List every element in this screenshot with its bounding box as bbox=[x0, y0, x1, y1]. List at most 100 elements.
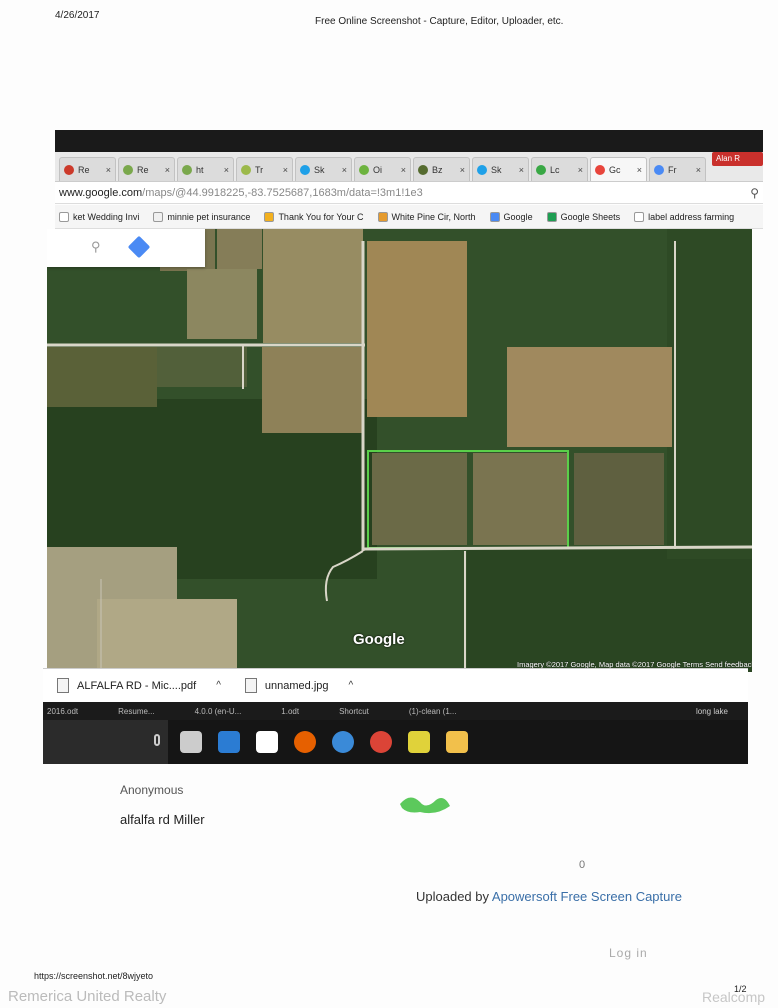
bookmark-icon bbox=[546, 211, 557, 222]
bookmark-label: Google bbox=[503, 211, 533, 222]
browser-tab[interactable]: Oi × bbox=[354, 157, 411, 181]
close-icon[interactable]: × bbox=[519, 165, 524, 175]
bookmark-item[interactable]: label address farming bbox=[634, 211, 734, 222]
bookmark-item[interactable]: Google bbox=[489, 211, 533, 222]
browser-tab[interactable]: Fr × bbox=[649, 157, 706, 181]
notes-icon[interactable] bbox=[408, 731, 430, 753]
tab-label: Oi bbox=[373, 164, 382, 175]
print-url: https://screenshot.net/8wjyeto bbox=[34, 971, 154, 981]
tab-label: Bz bbox=[432, 164, 443, 175]
close-icon[interactable]: × bbox=[224, 165, 229, 175]
browser-tab[interactable]: Sk × bbox=[472, 157, 529, 181]
url-path: /maps/@44.9918225,-83.7525687,1683m/data… bbox=[142, 186, 423, 199]
image-caption: alfalfa rd Miller bbox=[120, 812, 205, 827]
browser-tab[interactable]: Gc × bbox=[590, 157, 647, 181]
bookmark-item[interactable]: minnie pet insurance bbox=[153, 211, 250, 222]
login-link[interactable]: Log in bbox=[609, 946, 648, 960]
profile-button[interactable]: Alan R bbox=[712, 152, 763, 166]
bookmark-item[interactable]: ket Wedding Invi bbox=[59, 211, 139, 222]
browser-tab[interactable]: ht × bbox=[177, 157, 234, 181]
watermark-right: Realcomp bbox=[702, 989, 766, 1005]
close-icon[interactable]: × bbox=[460, 165, 465, 175]
tab-label: Fr bbox=[668, 164, 677, 175]
bookmark-label: Google Sheets bbox=[560, 211, 621, 222]
satellite-map[interactable]: ⚲ Google Imagery ©2017 Google, Map data … bbox=[47, 229, 752, 672]
browser-tab[interactable]: Lc × bbox=[531, 157, 588, 181]
search-icon[interactable]: ⚲ bbox=[91, 239, 101, 255]
url-text[interactable]: www.google.com/maps/@44.9918225,-83.7525… bbox=[59, 187, 744, 199]
desktop-file-label[interactable]: long lake bbox=[696, 707, 728, 716]
desktop-file-label[interactable]: 2016.odt bbox=[47, 707, 78, 716]
download-item[interactable]: ALFALFA RD - Mic....pdf ^ bbox=[57, 678, 221, 693]
desktop-icons-strip: 2016.odt Resume... 4.0.0 (en-U... 1.odt Shor… bbox=[43, 702, 748, 720]
leaf-icon bbox=[241, 164, 251, 175]
bookmark-icon bbox=[264, 211, 275, 222]
browser-tab[interactable]: Sk × bbox=[295, 157, 352, 181]
firefox-icon[interactable] bbox=[294, 731, 316, 753]
image-icon bbox=[654, 164, 664, 175]
apowersoft-link[interactable]: Apowersoft Free Screen Capture bbox=[492, 889, 682, 904]
desktop-file-label[interactable]: 1.odt bbox=[281, 707, 299, 716]
close-icon[interactable]: × bbox=[342, 165, 347, 175]
store-icon[interactable] bbox=[256, 731, 278, 753]
close-icon[interactable]: × bbox=[578, 165, 583, 175]
bookmark-item[interactable]: Thank You for Your C bbox=[264, 211, 364, 222]
address-bar[interactable]: www.google.com/maps/@44.9918225,-83.7525… bbox=[55, 182, 763, 204]
bookmark-icon bbox=[489, 211, 500, 222]
search-icon[interactable]: ⚲ bbox=[750, 186, 759, 200]
desktop-file-label[interactable]: 4.0.0 (en-U... bbox=[195, 707, 242, 716]
gear-icon bbox=[359, 164, 369, 175]
author-label: Anonymous bbox=[120, 783, 184, 797]
tab-label: Sk bbox=[314, 164, 325, 175]
close-icon[interactable]: × bbox=[283, 165, 288, 175]
bookmark-label: Thank You for Your C bbox=[278, 211, 364, 222]
close-icon[interactable]: × bbox=[637, 165, 642, 175]
file-icon bbox=[244, 678, 257, 693]
hex-icon bbox=[418, 164, 428, 175]
bookmark-item[interactable]: Google Sheets bbox=[546, 211, 621, 222]
taskbar-search-box[interactable] bbox=[43, 720, 168, 764]
bookmark-icon bbox=[59, 211, 69, 222]
bookmark-item[interactable]: White Pine Cir, North bbox=[377, 211, 476, 222]
close-icon[interactable]: × bbox=[401, 165, 406, 175]
uploaded-by: Uploaded by Apowersoft Free Screen Captu… bbox=[416, 889, 682, 904]
browser-tab[interactable]: Tr × bbox=[236, 157, 293, 181]
task-view-icon[interactable] bbox=[180, 731, 202, 753]
windows-taskbar bbox=[43, 720, 748, 764]
uploaded-prefix: Uploaded by bbox=[416, 889, 492, 904]
close-icon[interactable]: × bbox=[165, 165, 170, 175]
watermark-left: Remerica United Realty bbox=[8, 988, 167, 1005]
view-count: 0 bbox=[579, 859, 586, 871]
close-icon[interactable]: × bbox=[696, 165, 701, 175]
map-search-box[interactable]: ⚲ bbox=[47, 229, 205, 267]
download-filename: unnamed.jpg bbox=[264, 679, 329, 692]
skype-icon bbox=[477, 164, 487, 175]
browser-tab[interactable]: Bz × bbox=[413, 157, 470, 181]
screenshot-top-border bbox=[55, 130, 763, 152]
desktop-file-label[interactable]: Shortcut bbox=[339, 707, 369, 716]
chevron-up-icon[interactable]: ^ bbox=[349, 680, 354, 691]
download-filename: ALFALFA RD - Mic....pdf bbox=[77, 679, 197, 692]
download-item[interactable]: unnamed.jpg ^ bbox=[244, 678, 354, 693]
desktop-file-label[interactable]: (1)-clean (1... bbox=[409, 707, 457, 716]
desktop-file-label[interactable]: Resume... bbox=[118, 707, 154, 716]
leaf-icon bbox=[182, 164, 192, 175]
print-title: Free Online Screenshot - Capture, Editor… bbox=[315, 16, 564, 27]
google-logo: Google bbox=[353, 631, 405, 648]
explorer-icon[interactable] bbox=[446, 731, 468, 753]
chevron-up-icon[interactable]: ^ bbox=[216, 680, 221, 691]
tab-label: Lc bbox=[550, 164, 560, 175]
ie-icon[interactable] bbox=[332, 731, 354, 753]
microphone-icon[interactable] bbox=[154, 734, 160, 746]
green-scribble bbox=[400, 797, 450, 814]
edge-icon[interactable] bbox=[218, 731, 240, 753]
print-date: 4/26/2017 bbox=[55, 10, 100, 21]
tab-label: Re bbox=[78, 164, 90, 175]
close-icon[interactable]: × bbox=[106, 165, 111, 175]
browser-tab[interactable]: Re × bbox=[59, 157, 116, 181]
url-host: www.google.com bbox=[59, 186, 143, 199]
chrome-icon[interactable] bbox=[370, 731, 392, 753]
browser-tab[interactable]: Re × bbox=[118, 157, 175, 181]
directions-icon[interactable] bbox=[127, 235, 151, 259]
file-icon bbox=[57, 678, 69, 693]
